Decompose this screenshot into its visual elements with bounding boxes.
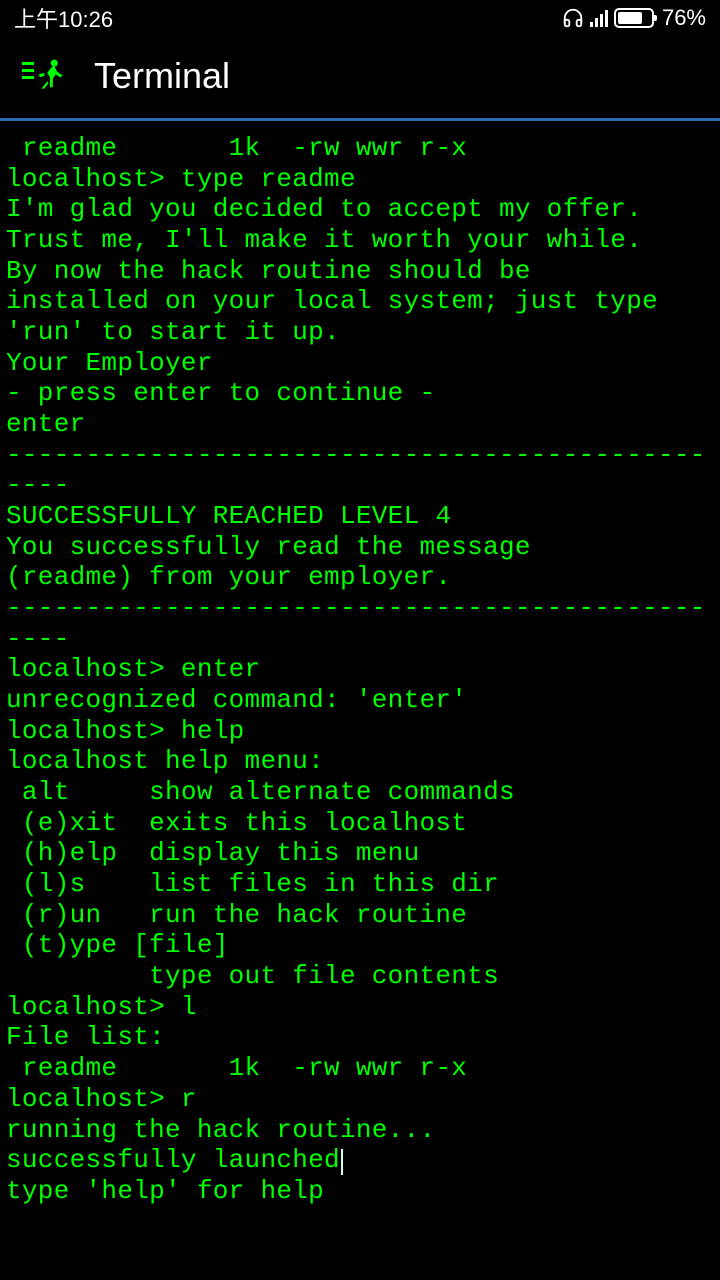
terminal-line: By now the hack routine should be: [6, 256, 720, 287]
terminal-line: I'm glad you decided to accept my offer.: [6, 194, 720, 225]
terminal-line: readme 1k -rw wwr r-x: [6, 1053, 720, 1084]
terminal-line: ----: [6, 470, 720, 501]
app-icon: [26, 52, 74, 100]
terminal-line: - press enter to continue -: [6, 378, 720, 409]
terminal-line: (e)xit exits this localhost: [6, 808, 720, 839]
terminal-line: (l)s list files in this dir: [6, 869, 720, 900]
terminal-line: Trust me, I'll make it worth your while.: [6, 225, 720, 256]
terminal-output[interactable]: readme 1k -rw wwr r-xlocalhost> type rea…: [0, 121, 720, 1207]
terminal-line: SUCCESSFULLY REACHED LEVEL 4: [6, 501, 720, 532]
terminal-line: localhost> type readme: [6, 164, 720, 195]
runner-icon: [33, 53, 67, 100]
terminal-line: (readme) from your employer.: [6, 562, 720, 593]
terminal-line: localhost> r: [6, 1084, 720, 1115]
terminal-line: Your Employer: [6, 348, 720, 379]
terminal-line: localhost> help: [6, 716, 720, 747]
terminal-line: running the hack routine...: [6, 1115, 720, 1146]
status-bar: 上午10:26 76%: [0, 0, 720, 36]
terminal-line: alt show alternate commands: [6, 777, 720, 808]
terminal-line: unrecognized command: 'enter': [6, 685, 720, 716]
battery-percentage: 76%: [662, 5, 706, 31]
status-right: 76%: [562, 5, 706, 31]
terminal-line: ----------------------------------------…: [6, 440, 720, 471]
terminal-line: ----------------------------------------…: [6, 593, 720, 624]
signal-icon: [590, 9, 608, 27]
cursor: [341, 1149, 343, 1175]
battery-icon: [614, 8, 654, 28]
terminal-line: (t)ype [file]: [6, 930, 720, 961]
terminal-line: You successfully read the message: [6, 532, 720, 563]
terminal-line: (h)elp display this menu: [6, 838, 720, 869]
headphones-icon: [562, 7, 584, 29]
terminal-line: localhost> enter: [6, 654, 720, 685]
status-time: 上午10:26: [14, 2, 113, 34]
status-icons: [562, 7, 654, 29]
terminal-line: ----: [6, 624, 720, 655]
terminal-line: installed on your local system; just typ…: [6, 286, 720, 317]
terminal-line: (r)un run the hack routine: [6, 900, 720, 931]
app-header: Terminal: [0, 36, 720, 121]
terminal-line: localhost> l: [6, 992, 720, 1023]
app-title: Terminal: [94, 55, 230, 97]
terminal-line: type 'help' for help: [6, 1176, 720, 1207]
terminal-line: localhost help menu:: [6, 746, 720, 777]
terminal-line: File list:: [6, 1022, 720, 1053]
terminal-line: readme 1k -rw wwr r-x: [6, 133, 720, 164]
terminal-line: type out file contents: [6, 961, 720, 992]
terminal-line: 'run' to start it up.: [6, 317, 720, 348]
terminal-line: successfully launched: [6, 1145, 720, 1176]
terminal-line: enter: [6, 409, 720, 440]
